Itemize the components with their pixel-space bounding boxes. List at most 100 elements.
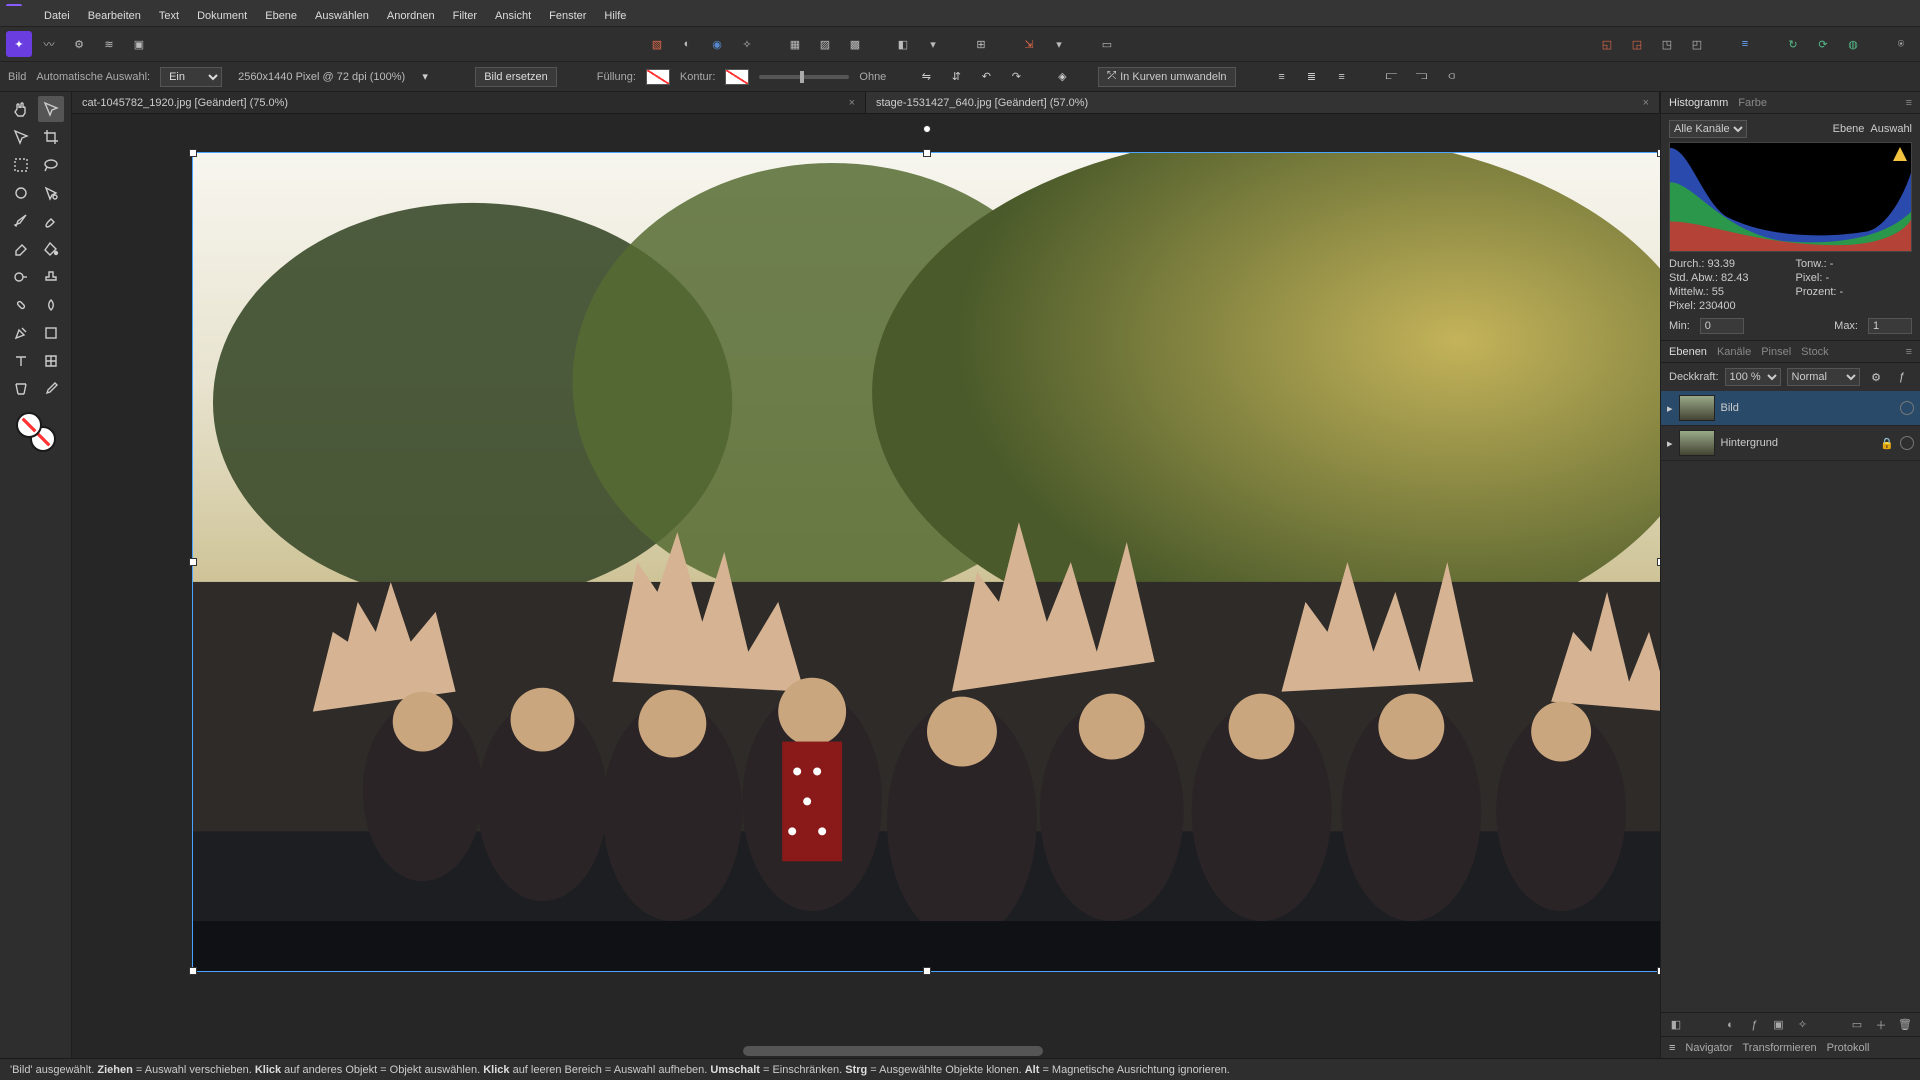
stroke-width-slider[interactable] — [759, 75, 849, 79]
menu-bearbeiten[interactable]: Bearbeiten — [80, 8, 149, 24]
panel-tab-stock[interactable]: Stock — [1801, 346, 1829, 358]
eraser-tool-icon[interactable] — [8, 236, 34, 262]
text-tool-icon[interactable] — [8, 348, 34, 374]
chevron-down-icon[interactable]: ▾ — [920, 31, 946, 57]
panel-tab-kanaele[interactable]: Kanäle — [1717, 346, 1751, 358]
convert-curves-button[interactable]: ⤱In Kurven umwandeln — [1098, 67, 1235, 87]
live-filter-icon[interactable]: ✧ — [1794, 1016, 1812, 1034]
panel-tab-ebenen[interactable]: Ebenen — [1669, 346, 1707, 358]
menu-anordnen[interactable]: Anordnen — [379, 8, 443, 24]
menu-fenster[interactable]: Fenster — [541, 8, 594, 24]
distribute-icon[interactable]: ⫏ — [1442, 67, 1462, 87]
healing-tool-icon[interactable] — [8, 292, 34, 318]
layer-row-bild[interactable]: ▸ Bild — [1661, 391, 1920, 426]
chevron-down-icon[interactable]: ▾ — [415, 67, 435, 87]
close-tab-icon[interactable]: × — [1643, 97, 1649, 109]
histo-auswahl-button[interactable]: Auswahl — [1870, 123, 1912, 135]
fill-swatch[interactable] — [646, 69, 670, 85]
color-replace-icon[interactable] — [38, 208, 64, 234]
panel-tab-pinsel[interactable]: Pinsel — [1761, 346, 1791, 358]
eyedropper-tool-icon[interactable] — [38, 376, 64, 402]
auto-select-dropdown[interactable]: Ein — [160, 67, 222, 87]
wand-icon[interactable]: ✧ — [734, 31, 760, 57]
visibility-icon[interactable] — [1900, 401, 1914, 415]
selection-sub-icon[interactable]: ▨ — [812, 31, 838, 57]
rotate-ccw-icon[interactable]: ↶ — [976, 67, 996, 87]
brush-tool-icon[interactable] — [8, 208, 34, 234]
panel-tab-transformieren[interactable]: Transformieren — [1743, 1042, 1817, 1054]
resize-handle-s[interactable] — [923, 967, 931, 975]
adjustment-icon[interactable]: ◐ — [1722, 1016, 1740, 1034]
lock-icon[interactable]: 🔒 — [1880, 437, 1894, 450]
shape-tool-icon[interactable] — [38, 320, 64, 346]
visibility-icon[interactable] — [1900, 436, 1914, 450]
selection-int-icon[interactable]: ▩ — [842, 31, 868, 57]
menu-ebene[interactable]: Ebene — [257, 8, 305, 24]
resize-handle-sw[interactable] — [189, 967, 197, 975]
blend-mode-select[interactable]: Normal — [1787, 368, 1860, 386]
add-layer-icon[interactable]: ＋ — [1872, 1016, 1890, 1034]
rotate-cw-icon[interactable]: ↷ — [1006, 67, 1026, 87]
selection-add-icon[interactable]: ▦ — [782, 31, 808, 57]
flip-h-icon[interactable]: ⇋ — [916, 67, 936, 87]
lasso-tool-icon[interactable] — [38, 152, 64, 178]
move-tool-icon[interactable] — [38, 96, 64, 122]
menu-auswaehlen[interactable]: Auswählen — [307, 8, 377, 24]
pen-tool-icon[interactable] — [8, 320, 34, 346]
export-persona-icon[interactable]: ▣ — [126, 31, 152, 57]
globe-icon[interactable]: ◍ — [1840, 31, 1866, 57]
arrange-icon[interactable]: ⇲ — [1016, 31, 1042, 57]
layer-row-hintergrund[interactable]: ▸ Hintergrund 🔒 — [1661, 426, 1920, 461]
resize-handle-w[interactable] — [189, 558, 197, 566]
group-icon[interactable]: ▭ — [1848, 1016, 1866, 1034]
align-right-icon[interactable]: ≡ — [1332, 67, 1352, 87]
align-icon[interactable]: ≡ — [1732, 31, 1758, 57]
delete-layer-icon[interactable]: 🗑 — [1896, 1016, 1914, 1034]
fg-color-swatch[interactable] — [16, 412, 42, 438]
mask-icon[interactable]: ◧ — [1667, 1016, 1685, 1034]
crop-preset-icon[interactable]: ◧ — [890, 31, 916, 57]
expand-icon[interactable]: ▸ — [1667, 437, 1673, 450]
photo-icon[interactable]: ▧ — [644, 31, 670, 57]
layer-move-back-icon[interactable]: ◱ — [1594, 31, 1620, 57]
expand-icon[interactable]: ▸ — [1667, 402, 1673, 415]
min-input[interactable] — [1700, 318, 1744, 334]
align-center-icon[interactable]: ≣ — [1302, 67, 1322, 87]
resize-handle-n[interactable] — [923, 149, 931, 157]
distribute-h-icon[interactable]: ⫍ — [1382, 67, 1402, 87]
layer-icon[interactable]: ◳ — [1654, 31, 1680, 57]
marquee-tool-icon[interactable] — [8, 152, 34, 178]
resize-handle-nw[interactable] — [189, 149, 197, 157]
quickmask-icon[interactable]: ▭ — [1094, 31, 1120, 57]
panel-menu-icon[interactable]: ≡ — [1906, 346, 1912, 358]
rotate-handle[interactable] — [923, 125, 931, 133]
histo-ebene-button[interactable]: Ebene — [1833, 123, 1865, 135]
grid-icon[interactable]: ⊞ — [968, 31, 994, 57]
account-icon[interactable]: ⍟ — [1888, 31, 1914, 57]
resize-handle-e[interactable] — [1657, 558, 1660, 566]
panel-tab-protokoll[interactable]: Protokoll — [1827, 1042, 1870, 1054]
perspective-tool-icon[interactable] — [8, 376, 34, 402]
tone-persona-icon[interactable]: ≋ — [96, 31, 122, 57]
menu-dokument[interactable]: Dokument — [189, 8, 255, 24]
panel-tab-navigator[interactable]: Navigator — [1685, 1042, 1732, 1054]
stamp-tool-icon[interactable] — [38, 264, 64, 290]
crop-tool-icon[interactable] — [38, 124, 64, 150]
selection-brush-icon[interactable] — [8, 180, 34, 206]
channel-select[interactable]: Alle Kanäle — [1669, 120, 1747, 138]
stroke-swatch[interactable] — [725, 69, 749, 85]
dodge-tool-icon[interactable] — [8, 264, 34, 290]
chevron-down-icon-2[interactable]: ▾ — [1046, 31, 1072, 57]
gear-icon[interactable]: ⚙ — [1866, 367, 1886, 387]
align-left-icon[interactable]: ≡ — [1272, 67, 1292, 87]
lock-children-icon[interactable]: ◈ — [1052, 67, 1072, 87]
node-tool-icon[interactable] — [8, 124, 34, 150]
eyedropper-icon[interactable]: ◐ — [674, 31, 700, 57]
resize-handle-ne[interactable] — [1657, 149, 1660, 157]
document-image[interactable] — [192, 152, 1660, 972]
menu-text[interactable]: Text — [151, 8, 187, 24]
panel-tab-histogramm[interactable]: Histogramm — [1669, 97, 1728, 109]
panel-menu-icon[interactable]: ≡ — [1906, 97, 1912, 109]
document-tab-1[interactable]: cat-1045782_1920.jpg [Geändert] (75.0%)× — [72, 92, 866, 113]
layer-move-front-icon[interactable]: ◲ — [1624, 31, 1650, 57]
